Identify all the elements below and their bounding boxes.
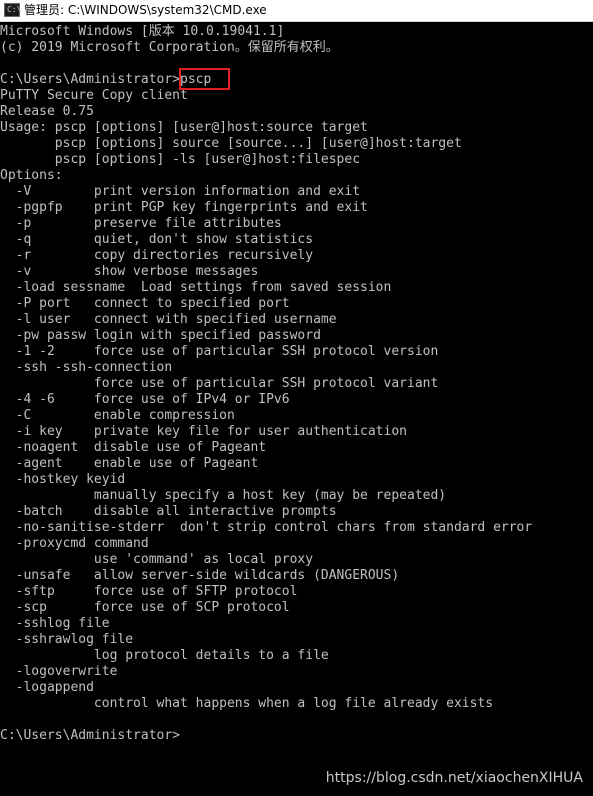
console-line: pscp [options] -ls [user@]host:filespec: [0, 152, 361, 167]
console-line: Release 0.75: [0, 104, 94, 119]
console-line: -l user connect with specified username: [0, 312, 337, 327]
console-line: C:\Users\Administrator>pscp: [0, 72, 212, 87]
console-line: -r copy directories recursively: [0, 248, 314, 263]
window-title: 管理员: C:\WINDOWS\system32\CMD.exe: [24, 3, 267, 17]
console-line: manually specify a host key (may be repe…: [0, 488, 447, 503]
console-output[interactable]: Microsoft Windows [版本 10.0.19041.1] (c) 2…: [0, 24, 593, 796]
cmd-icon: C:\: [4, 3, 22, 17]
console-line: force use of particular SSH protocol var…: [0, 376, 439, 391]
console-line: -4 -6 force use of IPv4 or IPv6: [0, 392, 290, 407]
console-line: -1 -2 force use of particular SSH protoc…: [0, 344, 439, 359]
console-line: -v show verbose messages: [0, 264, 259, 279]
command-highlight-box: [179, 68, 230, 90]
cmd-icon-glyph: C:\: [7, 5, 22, 14]
console-line: control what happens when a log file alr…: [0, 696, 494, 711]
console-line: -P port connect to specified port: [0, 296, 290, 311]
console-line: -V print version information and exit: [0, 184, 361, 199]
console-line: PuTTY Secure Copy client: [0, 88, 188, 103]
console-line: -pw passw login with specified password: [0, 328, 321, 343]
console-line: (c) 2019 Microsoft Corporation。保留所有权利。: [0, 40, 339, 55]
console-line: -scp force use of SCP protocol: [0, 600, 290, 615]
console-line: Options:: [0, 168, 63, 183]
console-line: -sshlog file: [0, 616, 110, 631]
console-line: -sshrawlog file: [0, 632, 134, 647]
console-line: -agent enable use of Pageant: [0, 456, 259, 471]
console-line: -hostkey keyid: [0, 472, 126, 487]
console-line: -pgpfp print PGP key fingerprints and ex…: [0, 200, 368, 215]
console-line: -C enable compression: [0, 408, 235, 423]
console-line: -sftp force use of SFTP protocol: [0, 584, 298, 599]
console-line: Microsoft Windows [版本 10.0.19041.1]: [0, 24, 285, 39]
console-line: Usage: pscp [options] [user@]host:source…: [0, 120, 368, 135]
console-line: -noagent disable use of Pageant: [0, 440, 267, 455]
console-line: -p preserve file attributes: [0, 216, 282, 231]
console-line: -batch disable all interactive prompts: [0, 504, 337, 519]
console-line: C:\Users\Administrator>: [0, 728, 181, 743]
console-line: -load sessname Load settings from saved …: [0, 280, 392, 295]
watermark: https://blog.csdn.net/xiaochenXIHUA: [325, 770, 583, 786]
console-line: -no-sanitise-stderr don't strip control …: [0, 520, 533, 535]
console-line: -logappend: [0, 680, 94, 695]
title-bar: C:\ 管理员: C:\WINDOWS\system32\CMD.exe: [0, 0, 593, 22]
console-line: -logoverwrite: [0, 664, 118, 679]
console-line: -proxycmd command: [0, 536, 149, 551]
console-line: pscp [options] source [source...] [user@…: [0, 136, 462, 151]
console-line: -q quiet, don't show statistics: [0, 232, 314, 247]
console-line: use 'command' as local proxy: [0, 552, 314, 567]
console-line: log protocol details to a file: [0, 648, 329, 663]
console-line: -ssh -ssh-connection: [0, 360, 173, 375]
console-line: -i key private key file for user authent…: [0, 424, 407, 439]
console-line: -unsafe allow server-side wildcards (DAN…: [0, 568, 400, 583]
